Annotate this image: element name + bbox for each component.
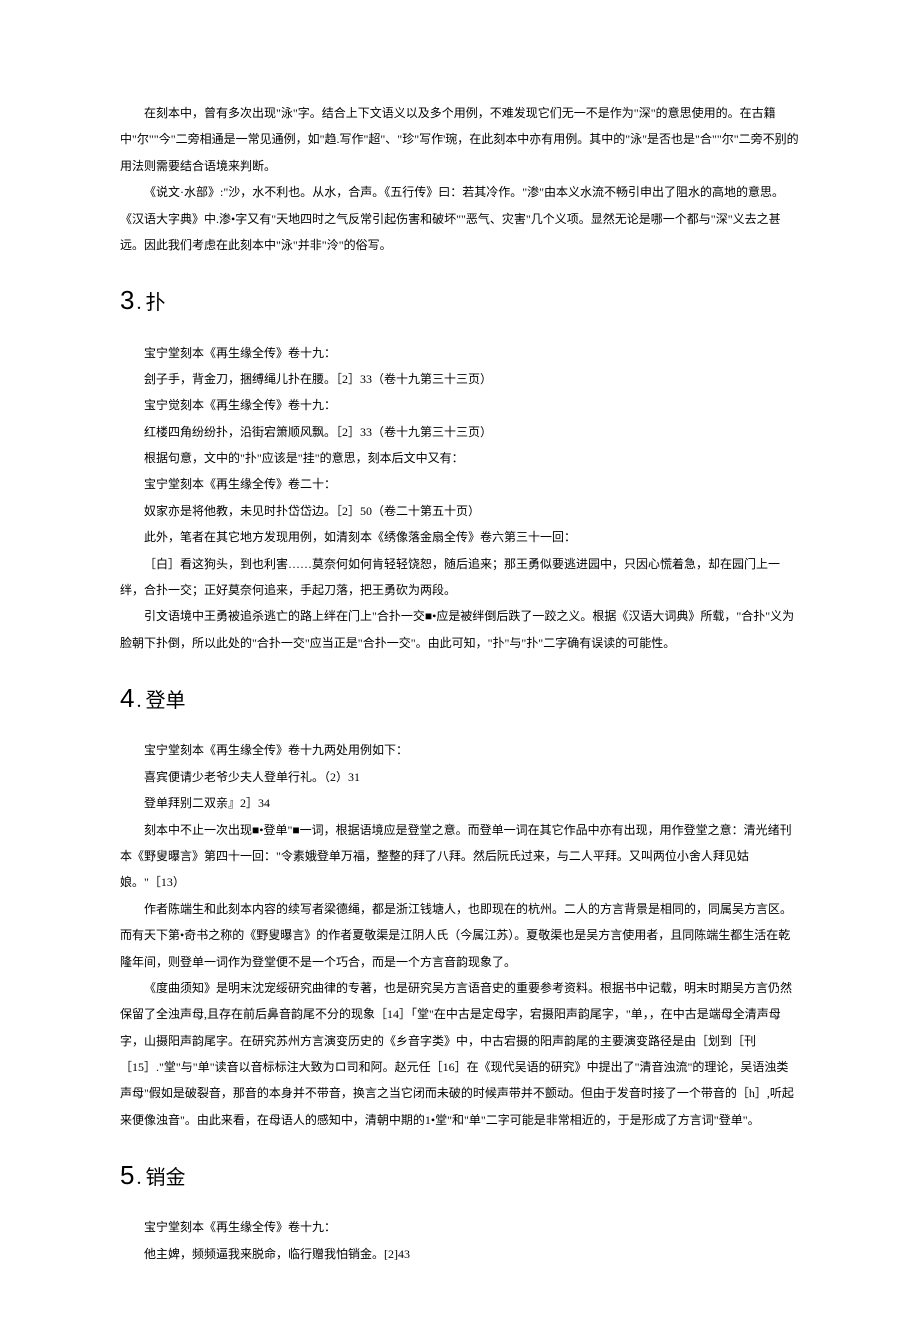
heading-section-4: 4.登单: [120, 670, 800, 727]
section-5-title: 销金: [145, 1167, 185, 1189]
section-4-number: 4: [120, 683, 134, 713]
sec3-line-4: 红楼四角纷纷扑，沿街宕箫顺风飘。［2］33（卷十九第三十三页）: [120, 419, 800, 445]
sec4-line-3: 登单拜别二双亲』2］34: [120, 790, 800, 816]
sec4-line-4: 刻本中不止一次出现■•登单"■一词，根据语境应是登堂之意。而登单一词在其它作品中…: [120, 817, 800, 896]
sec3-line-7: 奴家亦是将他教，未见时扑岱岱边。［2］50（卷二十第五十页）: [120, 498, 800, 524]
sec3-line-3: 宝宁觉刻本《再生缘全传》卷十九：: [120, 392, 800, 418]
sec3-line-5: 根据句意，文中的"扑"应该是"挂"的意思，刻本后文中又有：: [120, 445, 800, 471]
section-5-number: 5: [120, 1160, 134, 1190]
intro-para-1: 在刻本中，曾有多次出现"泳"字。结合上下文语义以及多个用例，不难发现它们无一不是…: [120, 100, 800, 179]
sec5-line-2: 他主婢，频频逼我来脱命，临行赠我怕销金。[2]43: [120, 1241, 800, 1267]
sec4-line-5: 作者陈端生和此刻本内容的续写者梁德绳，都是浙江钱塘人，也即现在的杭州。二人的方言…: [120, 896, 800, 975]
sec3-line-10: 引文语境中王勇被追杀逃亡的路上绊在门上"合扑一交■•应是被绊倒后跌了一跤之义。根…: [120, 603, 800, 656]
intro-para-2: 《说文·水部》:"沙，水不利也。从水，合声。《五行传》曰：若其冷作。"渗"由本义…: [120, 179, 800, 258]
sec4-line-1: 宝宁堂刻本《再生缘全传》卷十九两处用例如下：: [120, 737, 800, 763]
sec3-line-2: 刽子手，背金刀，捆缚绳儿扑在腰。［2］33（卷十九第三十三页）: [120, 366, 800, 392]
sec3-line-6: 宝宁堂刻本《再生缘全传》卷二十：: [120, 471, 800, 497]
heading-section-3: 3.扑: [120, 272, 800, 329]
sec4-line-6: 《度曲须知》是明末沈宠绥研究曲律的专著，也是研究吴方言语音史的重要参考资料。根据…: [120, 975, 800, 1133]
heading-section-5: 5.销金: [120, 1147, 800, 1204]
dot-separator: .: [136, 292, 141, 314]
sec3-line-8: 此外，笔者在其它地方发现用例，如清刻本《绣像落金扇全传》卷六第三十一回：: [120, 524, 800, 550]
sec3-line-9: ［白］看这狗头，到也利害……莫奈何如何肯轻轻饶恕，随后追来；那王勇似要逃进园中，…: [120, 551, 800, 604]
section-3-number: 3: [120, 285, 134, 315]
dot-separator: .: [136, 1167, 141, 1189]
dot-separator: .: [136, 690, 141, 712]
sec3-line-1: 宝宁堂刻本《再生缘全传》卷十九：: [120, 340, 800, 366]
sec4-line-2: 喜宾便请少老爷少夫人登单行礼。（2）31: [120, 764, 800, 790]
sec5-line-1: 宝宁堂刻本《再生缘全传》卷十九：: [120, 1214, 800, 1240]
section-4-title: 登单: [145, 690, 185, 712]
section-3-title: 扑: [145, 292, 165, 314]
